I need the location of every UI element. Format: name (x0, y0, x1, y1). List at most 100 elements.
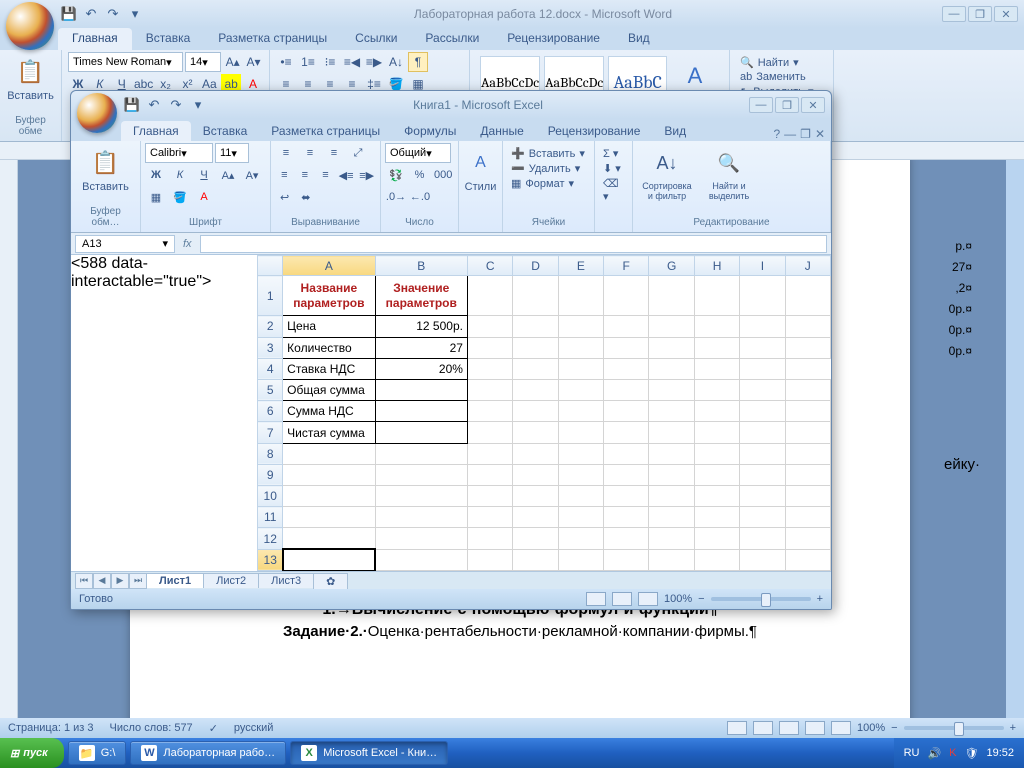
tab-home[interactable]: Главная (121, 121, 191, 141)
row-header[interactable]: 1 (258, 276, 283, 316)
zoom-slider[interactable] (904, 726, 1004, 730)
zoom-out-button[interactable]: − (698, 593, 704, 605)
tab-insert[interactable]: Вставка (132, 28, 205, 50)
view-page-break[interactable] (638, 592, 658, 606)
cell-A1[interactable]: Название параметров (283, 276, 375, 316)
new-sheet-button[interactable]: ✿ (313, 573, 348, 589)
cell-B1[interactable]: Значение параметров (375, 276, 467, 316)
grow-font-icon[interactable]: A▴ (223, 52, 242, 72)
zoom-slider[interactable] (711, 597, 811, 601)
workbook-minimize[interactable]: — (784, 127, 796, 141)
row-header[interactable]: 5 (258, 379, 283, 400)
borders-button[interactable]: ▦ (145, 187, 167, 207)
tab-view[interactable]: Вид (652, 121, 698, 141)
sheet-nav-last[interactable]: ⏭ (129, 573, 147, 589)
col-header-D[interactable]: D (513, 256, 558, 276)
row-header[interactable]: 12 (258, 528, 283, 549)
close-button[interactable]: ✕ (801, 97, 825, 113)
merge-button[interactable]: ⬌ (296, 187, 315, 207)
tray-icon[interactable]: 🔊 (927, 747, 941, 760)
decrease-indent-button[interactable]: ≡◀ (342, 52, 362, 72)
cell-A7[interactable]: Чистая сумма (283, 422, 375, 443)
sheet-nav-next[interactable]: ▶ (111, 573, 129, 589)
grow-font-icon[interactable]: A▴ (217, 165, 239, 185)
maximize-button[interactable]: ❐ (775, 97, 799, 113)
view-outline[interactable] (805, 721, 825, 735)
col-header-F[interactable]: F (604, 256, 649, 276)
language-indicator[interactable]: RU (904, 747, 920, 759)
cell-B5[interactable] (375, 379, 467, 400)
row-header[interactable]: 2 (258, 316, 283, 337)
find-button[interactable]: 🔍Найти ▾ (740, 56, 823, 69)
col-header-G[interactable]: G (649, 256, 695, 276)
tab-mailings[interactable]: Рассылки (411, 28, 493, 50)
workbook-restore[interactable]: ❐ (800, 127, 811, 141)
tab-data[interactable]: Данные (468, 121, 535, 141)
spellcheck-icon[interactable]: ✓ (209, 722, 218, 735)
minimize-button[interactable]: — (749, 97, 773, 113)
save-icon[interactable]: 💾 (123, 96, 141, 114)
shrink-font-icon[interactable]: A▾ (244, 52, 263, 72)
tab-review[interactable]: Рецензирование (493, 28, 614, 50)
number-format-select[interactable]: Общий▾ (385, 143, 451, 163)
row-header[interactable]: 9 (258, 464, 283, 485)
paste-button[interactable]: 📋 Вставить (75, 143, 136, 197)
close-button[interactable]: ✕ (994, 6, 1018, 22)
workbook-close[interactable]: ✕ (815, 127, 825, 141)
sheet-tab-2[interactable]: Лист2 (203, 573, 259, 588)
col-header-E[interactable]: E (558, 256, 603, 276)
bottom-align-button[interactable]: ≡ (323, 143, 345, 163)
col-header-J[interactable]: J (785, 256, 830, 276)
show-marks-button[interactable]: ¶ (408, 52, 428, 72)
maximize-button[interactable]: ❐ (968, 6, 992, 22)
zoom-in-button[interactable]: + (1010, 722, 1016, 734)
cell-A13-active[interactable] (283, 549, 375, 570)
increase-indent-button[interactable]: ≡▶ (364, 52, 384, 72)
row-header[interactable]: 11 (258, 507, 283, 528)
shrink-font-icon[interactable]: A▾ (241, 165, 263, 185)
font-size-select[interactable]: 11▾ (215, 143, 249, 163)
view-page-layout[interactable] (612, 592, 632, 606)
zoom-in-button[interactable]: + (817, 593, 823, 605)
view-draft[interactable] (831, 721, 851, 735)
delete-cells-button[interactable]: ➖ Удалить ▾ (511, 162, 586, 175)
tab-view[interactable]: Вид (614, 28, 664, 50)
col-header-A[interactable]: A (283, 256, 375, 276)
format-cells-button[interactable]: ▦ Формат ▾ (511, 177, 586, 190)
align-center-button[interactable]: ≡ (296, 165, 315, 185)
sheet-tab-1[interactable]: Лист1 (146, 573, 204, 588)
find-select-button[interactable]: 🔍 Найти и выделить (701, 143, 757, 205)
tab-insert[interactable]: Вставка (191, 121, 260, 141)
taskbar-item-explorer[interactable]: 📁 G:\ (68, 741, 127, 765)
col-header-I[interactable]: I (740, 256, 785, 276)
status-zoom[interactable]: 100% (857, 722, 885, 734)
status-language[interactable]: русский (234, 722, 273, 734)
office-button-excel[interactable] (77, 93, 117, 133)
font-size-select[interactable]: 14 ▾ (185, 52, 221, 72)
status-zoom[interactable]: 100% (664, 593, 692, 605)
sort-filter-button[interactable]: A↓ Сортировка и фильтр (637, 143, 697, 205)
taskbar-item-excel[interactable]: X Microsoft Excel - Кни… (290, 741, 448, 765)
cell-A5[interactable]: Общая сумма (283, 379, 375, 400)
comma-button[interactable]: 000 (432, 165, 454, 185)
col-header-C[interactable]: C (467, 256, 512, 276)
percent-button[interactable]: % (409, 165, 431, 185)
orientation-button[interactable]: ⤢ (347, 143, 369, 163)
bold-button[interactable]: Ж (145, 165, 167, 185)
fill-color-button[interactable]: 🪣 (169, 187, 191, 207)
increase-decimal-button[interactable]: .0→ (385, 187, 407, 207)
cell-A3[interactable]: Количество (283, 337, 375, 358)
autosum-button[interactable]: Σ ▾ (603, 147, 624, 160)
cell-B6[interactable] (375, 401, 467, 422)
view-full-screen[interactable] (753, 721, 773, 735)
increase-indent-button[interactable]: ≡▶ (357, 165, 376, 185)
replace-button[interactable]: abЗаменить (740, 71, 823, 83)
col-header-H[interactable]: H (694, 256, 739, 276)
font-color-button[interactable]: A (193, 187, 215, 207)
spreadsheet-grid[interactable]: <588 data-interactable="true"> A B C D E… (71, 255, 831, 571)
wrap-text-button[interactable]: ↩ (275, 187, 294, 207)
align-right-button[interactable]: ≡ (316, 165, 335, 185)
currency-button[interactable]: 💱 (385, 165, 407, 185)
row-header[interactable]: 8 (258, 443, 283, 464)
vertical-ruler[interactable] (0, 160, 18, 718)
